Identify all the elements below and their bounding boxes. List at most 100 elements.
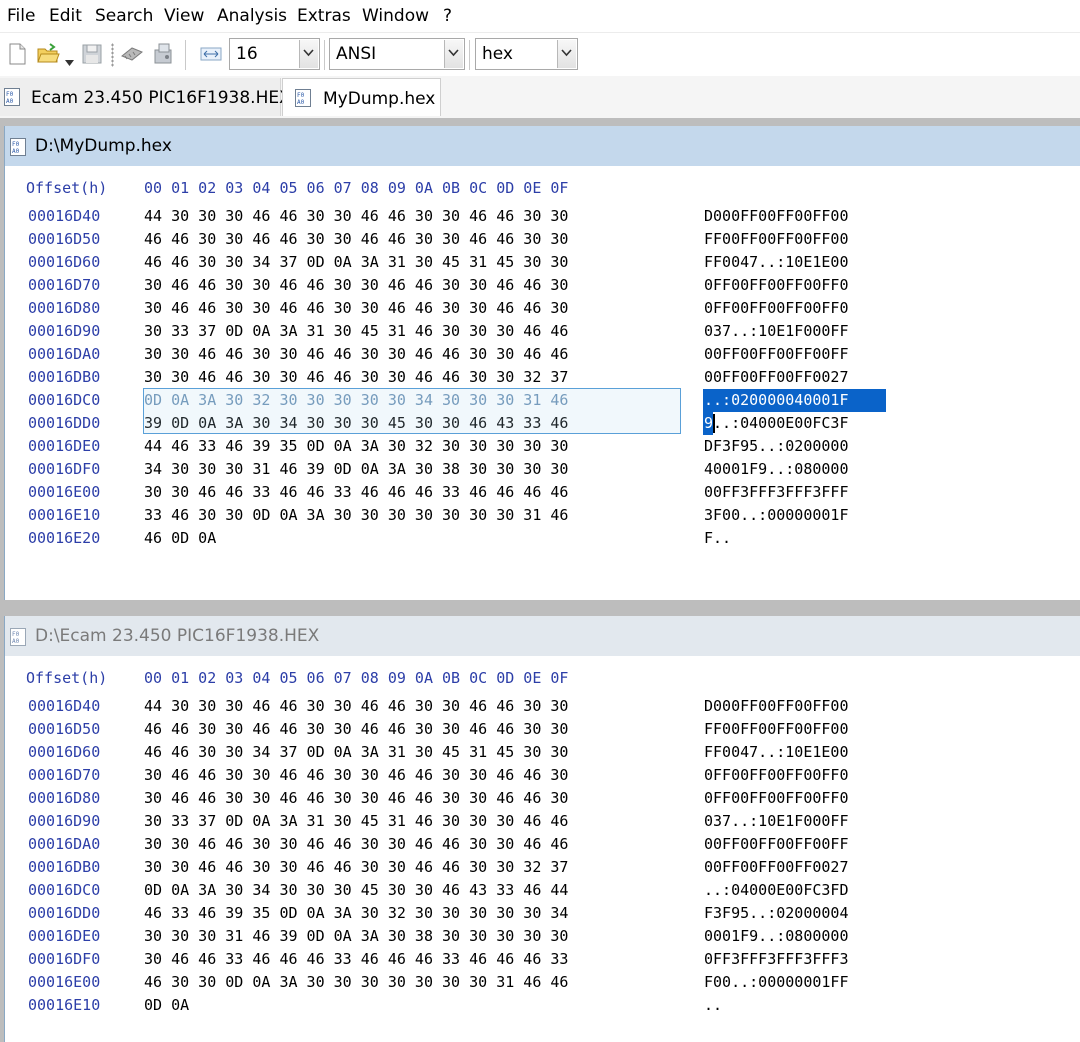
row-ascii[interactable]: 3F00..:00000001F [704,504,849,527]
row-hex-bytes[interactable]: 0D 0A [144,994,189,1017]
row-ascii[interactable]: 40001F9..:080000 [704,458,849,481]
menu-extras[interactable]: Extras [297,5,351,27]
menu-file[interactable]: File [7,5,35,27]
row-ascii[interactable]: .. [704,994,722,1017]
menu-search[interactable]: Search [95,5,153,27]
row-hex-bytes[interactable]: 46 46 30 30 34 37 0D 0A 3A 31 30 45 31 4… [144,741,568,764]
row-ascii[interactable]: FF00FF00FF00FF00 [704,718,849,741]
row-ascii[interactable]: 0FF00FF00FF00FF0 [704,787,849,810]
row-offset: 00016D90 [28,322,101,340]
row-ascii[interactable]: 00FF00FF00FF00FF [704,833,849,856]
column-header: 00 01 02 03 04 05 06 07 08 09 0A 0B 0C 0… [144,179,569,197]
row-hex-bytes[interactable]: 0D 0A 3A 30 32 30 30 30 30 30 34 30 30 3… [144,389,568,412]
row-ascii[interactable]: 00FF00FF00FF00FF [704,343,849,366]
row-hex-bytes[interactable]: 44 30 30 30 46 46 30 30 46 46 30 30 46 4… [144,205,568,228]
open-folder-icon[interactable] [36,42,60,66]
row-ascii[interactable]: 037..:10E1F000FF [704,810,849,833]
row-hex-bytes[interactable]: 44 30 30 30 46 46 30 30 46 46 30 30 46 4… [144,695,568,718]
row-ascii[interactable]: 9..:04000E00FC3F [704,412,849,435]
row-ascii[interactable]: 00FF3FFF3FFF3FFF [704,481,849,504]
row-hex-bytes[interactable]: 30 33 37 0D 0A 3A 31 30 45 31 46 30 30 3… [144,320,568,343]
row-ascii[interactable]: F00..:00000001FF [704,971,849,994]
row-hex-bytes[interactable]: 0D 0A 3A 30 34 30 30 30 45 30 30 46 43 3… [144,879,568,902]
window-title-bar[interactable]: F0 A0 D:\MyDump.hex [5,126,1080,166]
row-offset: 00016E00 [28,483,101,501]
row-hex-bytes[interactable]: 46 46 30 30 34 37 0D 0A 3A 31 30 45 31 4… [144,251,568,274]
menu-analysis[interactable]: Analysis [217,5,287,27]
ram-icon[interactable] [120,42,144,66]
row-hex-bytes[interactable]: 30 46 46 33 46 46 46 33 46 46 46 33 46 4… [144,948,568,971]
row-hex-bytes[interactable]: 30 30 30 31 46 39 0D 0A 3A 30 38 30 30 3… [144,925,568,948]
row-offset: 00016D60 [28,253,101,271]
row-hex-bytes[interactable]: 30 30 46 46 30 30 46 46 30 30 46 46 30 3… [144,833,568,856]
row-ascii[interactable]: F.. [704,527,731,550]
row-offset: 00016DF0 [28,460,101,478]
row-hex-bytes[interactable]: 34 30 30 30 31 46 39 0D 0A 3A 30 38 30 3… [144,458,568,481]
new-file-icon[interactable] [5,42,29,66]
row-ascii[interactable]: 0FF00FF00FF00FF0 [704,297,849,320]
chevron-down-icon[interactable] [557,40,576,68]
row-hex-bytes[interactable]: 46 0D 0A [144,527,216,550]
row-hex-bytes[interactable]: 30 46 46 30 30 46 46 30 30 46 46 30 30 4… [144,787,568,810]
row-hex-bytes[interactable]: 30 30 46 46 30 30 46 46 30 30 46 46 30 3… [144,856,568,879]
save-icon[interactable] [80,42,104,66]
row-hex-bytes[interactable]: 44 46 33 46 39 35 0D 0A 3A 30 32 30 30 3… [144,435,568,458]
row-ascii[interactable]: F3F95..:02000004 [704,902,849,925]
row-ascii[interactable]: 00FF00FF00FF0027 [704,856,849,879]
row-offset: 00016D70 [28,276,101,294]
window-title-bar[interactable]: F0 A0 D:\Ecam 23.450 PIC16F1938.HEX [5,616,1080,656]
charset-value: ANSI [336,44,377,64]
menu-view[interactable]: View [164,5,204,27]
svg-text:A0: A0 [6,98,14,105]
tab-label: MyDump.hex [323,89,436,109]
row-hex-bytes[interactable]: 46 46 30 30 46 46 30 30 46 46 30 30 46 4… [144,718,568,741]
row-ascii[interactable]: 0FF00FF00FF00FF0 [704,274,849,297]
row-ascii[interactable]: 0001F9..:0800000 [704,925,849,948]
row-ascii[interactable]: 0FF3FFF3FFF3FFF3 [704,948,849,971]
row-hex-bytes[interactable]: 39 0D 0A 3A 30 34 30 30 30 45 30 30 46 4… [144,412,568,435]
chevron-down-icon[interactable] [444,40,463,68]
bytes-per-row-select[interactable]: 16 [229,38,320,70]
row-offset: 00016E20 [28,529,101,547]
row-hex-bytes[interactable]: 46 30 30 0D 0A 3A 30 30 30 30 30 30 30 3… [144,971,568,994]
editor-window-ecam[interactable]: F0 A0 D:\Ecam 23.450 PIC16F1938.HEX Offse… [4,616,1080,1042]
editor-window-mydump[interactable]: F0 A0 D:\MyDump.hex Offset(h) 00 01 02 03… [4,126,1080,600]
selected-ascii-text: ..:020000040001F [704,391,849,409]
row-hex-bytes[interactable]: 30 30 46 46 33 46 46 33 46 46 46 33 46 4… [144,481,568,504]
open-dropdown-icon[interactable] [65,51,74,70]
menu-edit[interactable]: Edit [49,5,82,27]
row-ascii[interactable]: DF3F95..:0200000 [704,435,849,458]
menu-help[interactable]: ? [443,5,452,27]
row-hex-bytes[interactable]: 30 46 46 30 30 46 46 30 30 46 46 30 30 4… [144,764,568,787]
row-offset: 00016DE0 [28,927,101,945]
row-ascii[interactable]: D000FF00FF00FF00 [704,695,849,718]
row-offset: 00016D40 [28,207,101,225]
tab-mydump-hex[interactable]: F0 A0 MyDump.hex [282,78,441,116]
chevron-down-icon[interactable] [299,40,318,68]
row-hex-bytes[interactable]: 46 46 30 30 46 46 30 30 46 46 30 30 46 4… [144,228,568,251]
disk-icon[interactable] [151,42,175,66]
row-ascii[interactable]: D000FF00FF00FF00 [704,205,849,228]
charset-select[interactable]: ANSI [329,38,465,70]
row-hex-bytes[interactable]: 46 33 46 39 35 0D 0A 3A 30 32 30 30 30 3… [144,902,568,925]
row-hex-bytes[interactable]: 30 30 46 46 30 30 46 46 30 30 46 46 30 3… [144,366,568,389]
hex-view[interactable]: Offset(h) 00 01 02 03 04 05 06 07 08 09 … [5,656,1080,1042]
row-hex-bytes[interactable]: 30 46 46 30 30 46 46 30 30 46 46 30 30 4… [144,274,568,297]
hex-view[interactable]: Offset(h) 00 01 02 03 04 05 06 07 08 09 … [5,166,1080,600]
window-title: D:\Ecam 23.450 PIC16F1938.HEX [35,626,320,646]
row-ascii[interactable]: 0FF00FF00FF00FF0 [704,764,849,787]
row-ascii[interactable]: FF0047..:10E1E00 [704,251,849,274]
tab-ecam-hex[interactable]: F0 A0 Ecam 23.450 PIC16F1938.HEX [0,78,291,116]
row-ascii[interactable]: 00FF00FF00FF0027 [704,366,849,389]
row-ascii[interactable]: FF0047..:10E1E00 [704,741,849,764]
display-mode-select[interactable]: hex [475,38,578,70]
menu-window[interactable]: Window [362,5,429,27]
row-hex-bytes[interactable]: 33 46 30 30 0D 0A 3A 30 30 30 30 30 30 3… [144,504,568,527]
row-hex-bytes[interactable]: 30 33 37 0D 0A 3A 31 30 45 31 46 30 30 3… [144,810,568,833]
row-ascii[interactable]: ..:04000E00FC3FD [704,879,849,902]
row-ascii[interactable]: FF00FF00FF00FF00 [704,228,849,251]
row-hex-bytes[interactable]: 30 46 46 30 30 46 46 30 30 46 46 30 30 4… [144,297,568,320]
display-mode-value: hex [482,44,513,64]
row-hex-bytes[interactable]: 30 30 46 46 30 30 46 46 30 30 46 46 30 3… [144,343,568,366]
row-ascii[interactable]: 037..:10E1F000FF [704,320,849,343]
